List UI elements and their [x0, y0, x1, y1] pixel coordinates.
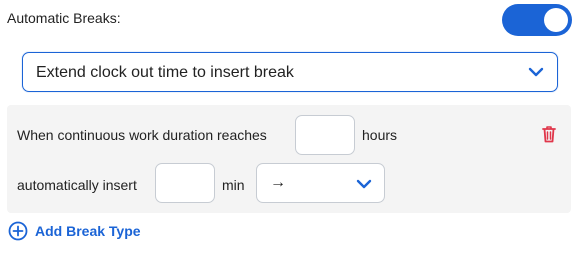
break-mode-select[interactable]: Extend clock out time to insert break — [22, 52, 558, 92]
break-type-value: → — [270, 174, 286, 191]
chevron-down-icon — [356, 179, 372, 189]
plus-circle-icon — [8, 221, 28, 241]
insert-label: automatically insert — [17, 177, 137, 193]
automatic-breaks-toggle[interactable] — [502, 4, 572, 36]
duration-hours-input[interactable] — [295, 115, 355, 155]
chevron-down-icon — [528, 67, 544, 77]
break-mode-value: Extend clock out time to insert break — [36, 64, 294, 81]
trash-icon[interactable] — [540, 124, 558, 144]
duration-label: When continuous work duration reaches — [17, 127, 267, 143]
automatic-breaks-label: Automatic Breaks: — [7, 10, 121, 26]
toggle-knob — [544, 8, 568, 32]
break-rule-panel: When continuous work duration reaches ho… — [7, 105, 571, 213]
insert-minutes-input[interactable] — [155, 163, 215, 203]
break-type-select[interactable]: → — [256, 163, 385, 203]
add-break-type-button[interactable]: Add Break Type — [8, 221, 141, 241]
duration-unit: hours — [362, 127, 398, 143]
insert-unit: min — [222, 177, 245, 193]
add-break-type-label: Add Break Type — [35, 223, 141, 239]
